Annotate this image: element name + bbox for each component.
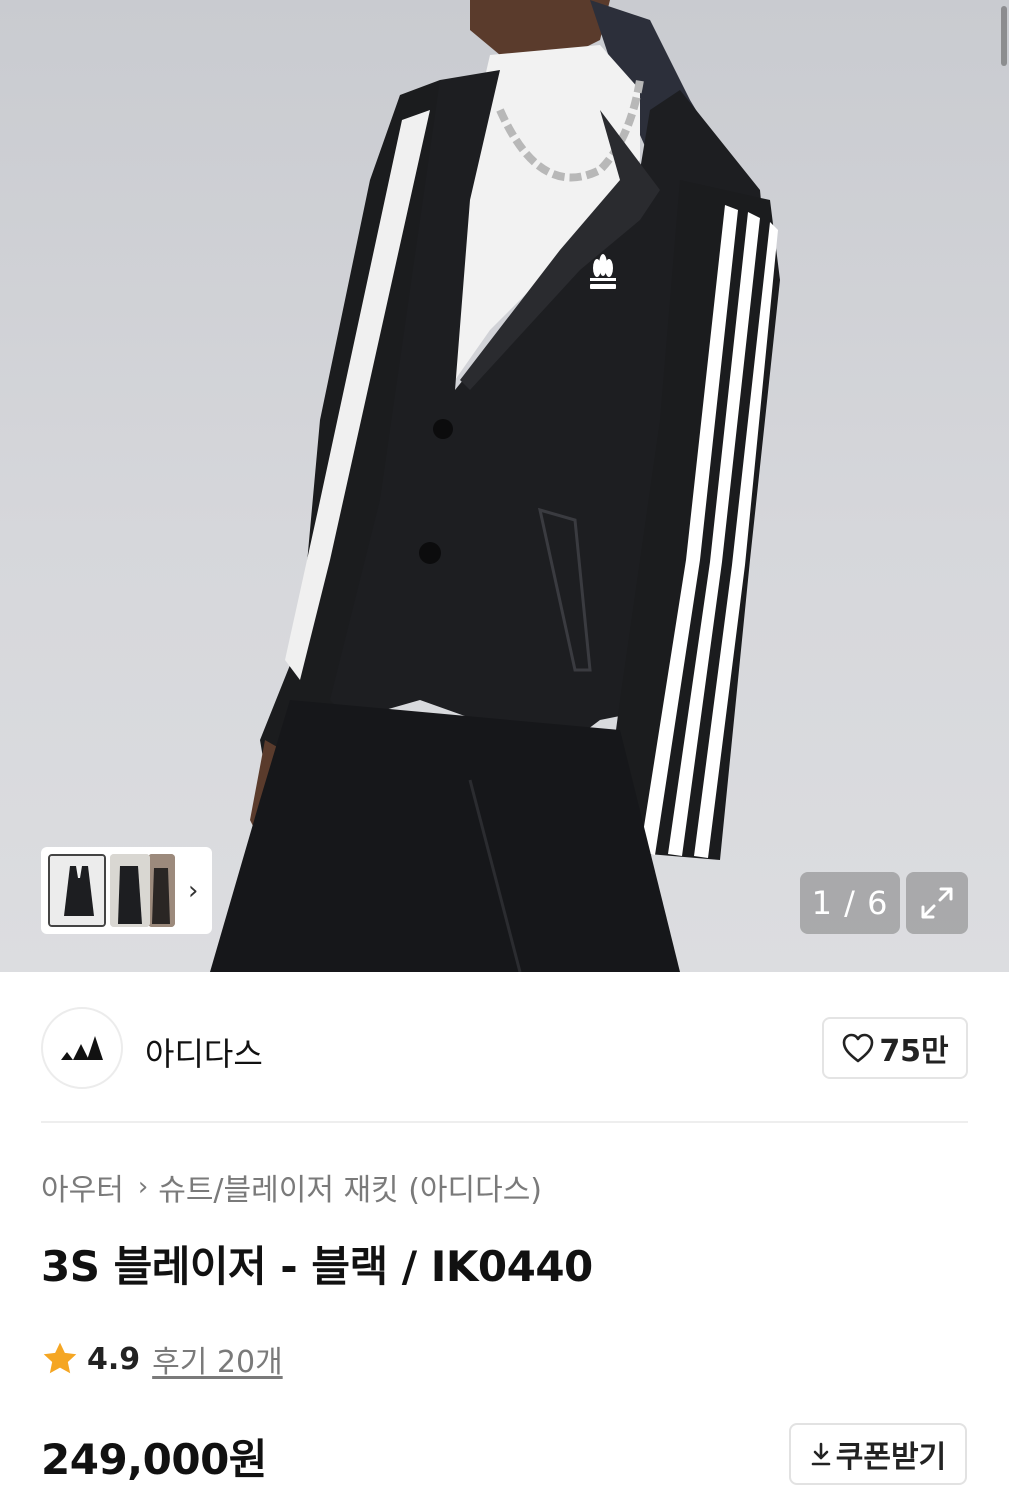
heart-icon [843, 1033, 874, 1063]
thumbnail-1[interactable] [48, 854, 106, 927]
brand-name[interactable]: 아디다스 [145, 1029, 263, 1075]
coupon-button[interactable]: 쿠폰받기 [789, 1423, 967, 1485]
thumbnail-1-image [50, 856, 104, 925]
product-title: 3S 블레이저 - 블랙 / IK0440 [41, 1242, 593, 1291]
brand-row: 아디다스 75만 [41, 1007, 968, 1089]
page-indicator: 1 / 6 [800, 872, 900, 934]
breadcrumb-category[interactable]: 아우터 [41, 1165, 124, 1209]
breadcrumb-subcategory[interactable]: 슈트/블레이저 재킷 (아디다스) [158, 1165, 542, 1209]
product-photo [210, 0, 780, 972]
star-icon [43, 1342, 77, 1374]
chevron-right-icon[interactable]: › [188, 876, 198, 906]
download-icon [811, 1442, 831, 1466]
expand-icon [921, 887, 953, 919]
thumbnail-3-image [148, 854, 175, 927]
thumbnail-2-image [110, 854, 150, 927]
adidas-logo-icon [61, 1036, 103, 1060]
like-button[interactable]: 75만 [822, 1017, 968, 1079]
rating-score: 4.9 [87, 1341, 141, 1377]
expand-button[interactable] [906, 872, 968, 934]
thumbnail-3[interactable] [148, 854, 175, 927]
scrollbar-thumb[interactable] [1001, 6, 1007, 66]
reviews-link[interactable]: 후기 20개 [152, 1337, 283, 1381]
like-count: 75만 [879, 1034, 949, 1069]
rating-row: 4.9 후기 20개 [41, 1337, 283, 1381]
product-price: 249,000원 [41, 1435, 267, 1484]
breadcrumb: 아우터 › 슈트/블레이저 재킷 (아디다스) [41, 1165, 542, 1209]
thumbnail-2[interactable] [110, 854, 150, 927]
thumbnail-strip[interactable]: › [41, 847, 212, 934]
divider [41, 1121, 968, 1123]
product-image-gallery[interactable]: › 1 / 6 [0, 0, 1009, 972]
coupon-label: 쿠폰받기 [835, 1440, 947, 1475]
brand-logo[interactable] [41, 1007, 123, 1089]
chevron-right-icon: › [137, 1172, 149, 1202]
